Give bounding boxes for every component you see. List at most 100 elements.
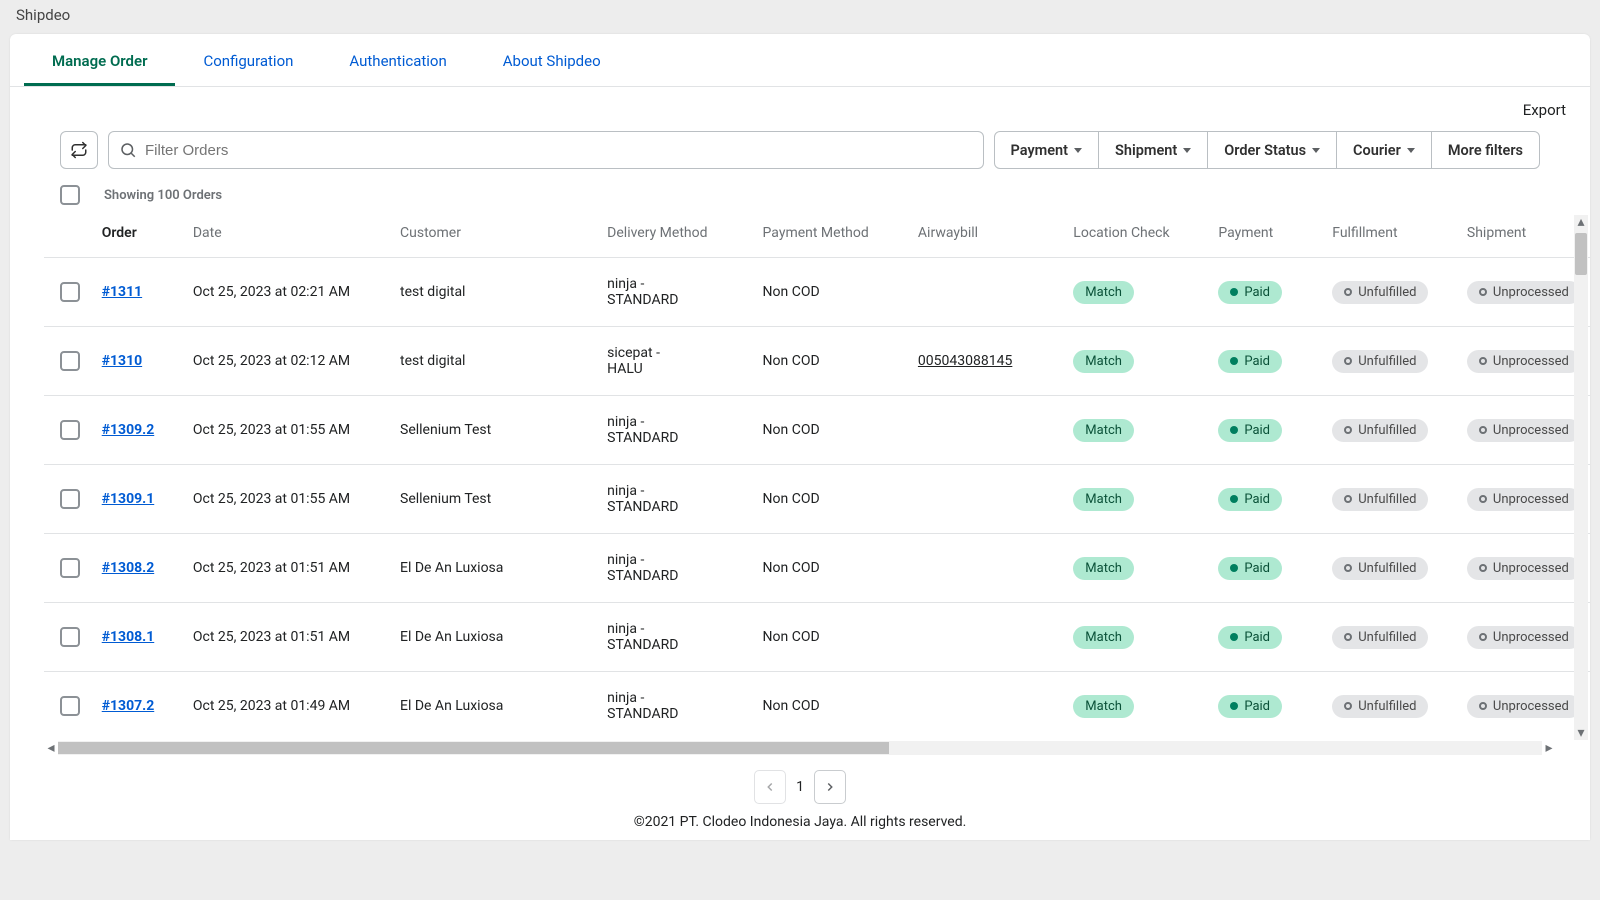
search-input[interactable]: [145, 142, 973, 159]
cell-delivery: ninja -STANDARD: [599, 396, 754, 465]
cell-date: Oct 25, 2023 at 01:51 AM: [185, 603, 392, 672]
status-dot-icon: [1230, 633, 1238, 641]
col-location: Location Check: [1065, 215, 1210, 258]
fulfillment-badge: Unfulfilled: [1332, 419, 1428, 442]
select-all-checkbox[interactable]: [60, 185, 80, 205]
payment-badge: Paid: [1218, 419, 1282, 442]
shipment-badge: Unprocessed: [1467, 419, 1581, 442]
payment-badge: Paid: [1218, 350, 1282, 373]
order-link[interactable]: #1309.1: [102, 491, 155, 507]
prev-page-button[interactable]: [754, 770, 786, 804]
filter-order-status[interactable]: Order Status: [1207, 132, 1336, 168]
horizontal-scroll-track[interactable]: [58, 741, 1542, 755]
cell-payment-method: Non COD: [755, 327, 910, 396]
status-ring-icon: [1344, 426, 1352, 434]
status-ring-icon: [1479, 426, 1487, 434]
filter-label: Shipment: [1115, 142, 1177, 159]
payment-badge: Paid: [1218, 695, 1282, 718]
status-dot-icon: [1230, 495, 1238, 503]
status-ring-icon: [1344, 288, 1352, 296]
row-checkbox[interactable]: [60, 420, 80, 440]
col-date: Date: [185, 215, 392, 258]
status-ring-icon: [1344, 564, 1352, 572]
col-fulfillment: Fulfillment: [1324, 215, 1459, 258]
row-checkbox[interactable]: [60, 558, 80, 578]
cell-delivery: ninja -STANDARD: [599, 465, 754, 534]
location-badge: Match: [1073, 419, 1134, 442]
shipment-badge: Unprocessed: [1467, 281, 1581, 304]
row-checkbox[interactable]: [60, 489, 80, 509]
table-row[interactable]: #1309.1Oct 25, 2023 at 01:55 AMSellenium…: [44, 465, 1590, 534]
tab-authentication[interactable]: Authentication: [321, 34, 474, 86]
export-link[interactable]: Export: [1523, 101, 1566, 119]
cell-date: Oct 25, 2023 at 01:51 AM: [185, 534, 392, 603]
chevron-down-icon: [1407, 148, 1415, 153]
cell-customer: test digital: [392, 327, 599, 396]
main-card: Manage Order Configuration Authenticatio…: [10, 34, 1590, 840]
toolbar-top: Export: [10, 87, 1590, 127]
order-link[interactable]: #1310: [102, 353, 142, 369]
vertical-scroll-thumb[interactable]: [1575, 233, 1587, 275]
row-checkbox[interactable]: [60, 696, 80, 716]
scroll-down-arrow-icon: ▾: [1574, 726, 1588, 740]
fulfillment-badge: Unfulfilled: [1332, 350, 1428, 373]
order-link[interactable]: #1308.2: [102, 560, 155, 576]
horizontal-scrollbar[interactable]: ◂ ▸: [44, 740, 1556, 756]
page-number: 1: [796, 779, 804, 795]
row-checkbox[interactable]: [60, 627, 80, 647]
status-dot-icon: [1230, 357, 1238, 365]
tabs: Manage Order Configuration Authenticatio…: [10, 34, 1590, 87]
table-row[interactable]: #1311Oct 25, 2023 at 02:21 AMtest digita…: [44, 258, 1590, 327]
fulfillment-badge: Unfulfilled: [1332, 626, 1428, 649]
cell-delivery: sicepat -HALU: [599, 327, 754, 396]
cell-customer: El De An Luxiosa: [392, 534, 599, 603]
cell-airwaybill: [910, 258, 1065, 327]
filter-label: Order Status: [1224, 142, 1306, 159]
order-link[interactable]: #1309.2: [102, 422, 155, 438]
filter-shipment[interactable]: Shipment: [1098, 132, 1207, 168]
cell-payment-method: Non COD: [755, 603, 910, 672]
tab-about-shipdeo[interactable]: About Shipdeo: [475, 34, 629, 86]
vertical-scrollbar[interactable]: ▴ ▾: [1574, 215, 1588, 740]
status-ring-icon: [1344, 702, 1352, 710]
col-order: Order: [102, 225, 137, 241]
fulfillment-badge: Unfulfilled: [1332, 695, 1428, 718]
scroll-up-arrow-icon: ▴: [1574, 215, 1588, 229]
table-row[interactable]: #1310Oct 25, 2023 at 02:12 AMtest digita…: [44, 327, 1590, 396]
horizontal-scroll-thumb[interactable]: [58, 742, 889, 754]
order-link[interactable]: #1307.2: [102, 698, 155, 714]
airwaybill-link[interactable]: 005043088145: [918, 353, 1012, 369]
count-text: Showing 100 Orders: [104, 188, 222, 203]
order-link[interactable]: #1311: [102, 284, 142, 300]
filter-courier[interactable]: Courier: [1336, 132, 1431, 168]
cell-payment-method: Non COD: [755, 672, 910, 741]
table-row[interactable]: #1308.1 Oct 25, 2023 at 01:51 AMEl De An …: [44, 603, 1590, 672]
cell-customer: Sellenium Test: [392, 465, 599, 534]
cell-airwaybill: [910, 534, 1065, 603]
order-link[interactable]: #1308.1: [102, 629, 155, 645]
table-row[interactable]: #1307.2Oct 25, 2023 at 01:49 AMEl De An …: [44, 672, 1590, 741]
more-filters-button[interactable]: More filters: [1431, 132, 1539, 168]
col-payment: Payment: [1210, 215, 1324, 258]
cell-customer: El De An Luxiosa: [392, 672, 599, 741]
toolbar-filters: Payment Shipment Order Status Courier Mo…: [10, 127, 1590, 181]
filter-payment[interactable]: Payment: [995, 132, 1098, 168]
cell-payment-method: Non COD: [755, 258, 910, 327]
row-checkbox[interactable]: [60, 282, 80, 302]
col-delivery: Delivery Method: [599, 215, 754, 258]
next-page-button[interactable]: [814, 770, 846, 804]
table-row[interactable]: #1308.2 Oct 25, 2023 at 01:51 AMEl De An …: [44, 534, 1590, 603]
cell-customer: El De An Luxiosa: [392, 603, 599, 672]
table-row[interactable]: #1309.2Oct 25, 2023 at 01:55 AMSellenium…: [44, 396, 1590, 465]
status-dot-icon: [1230, 702, 1238, 710]
chevron-right-icon: [823, 780, 837, 794]
shipment-badge: Unprocessed: [1467, 626, 1581, 649]
sync-button[interactable]: [60, 131, 98, 169]
row-checkbox[interactable]: [60, 351, 80, 371]
location-badge: Match: [1073, 281, 1134, 304]
cell-airwaybill: [910, 465, 1065, 534]
tab-configuration[interactable]: Configuration: [175, 34, 321, 86]
chevron-left-icon: [763, 780, 777, 794]
status-ring-icon: [1344, 633, 1352, 641]
tab-manage-order[interactable]: Manage Order: [24, 34, 175, 86]
